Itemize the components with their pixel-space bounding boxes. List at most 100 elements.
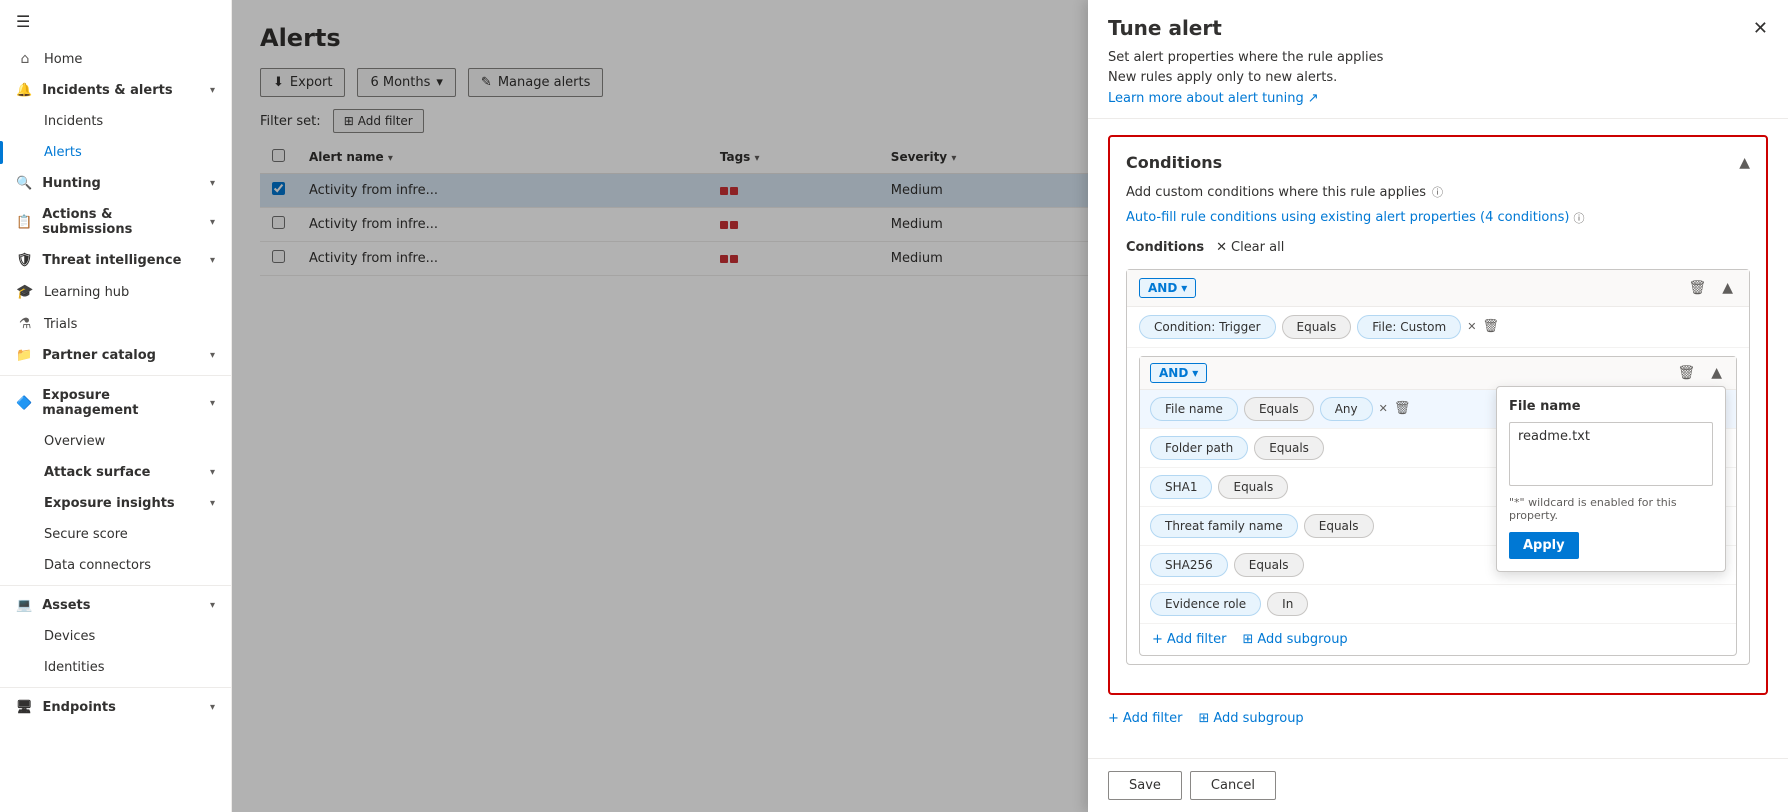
collapse-group-button[interactable]: ▲	[1718, 278, 1737, 298]
sidebar-item-hunting[interactable]: 🔍 Hunting ▾	[0, 168, 231, 199]
sidebar-item-label: Partner catalog	[42, 348, 156, 363]
external-link-icon: ↗	[1308, 91, 1319, 106]
sidebar-item-threat-intelligence[interactable]: 🛡 Threat intelligence ▾	[0, 245, 231, 276]
trigger-condition-row: Condition: Trigger Equals File: Custom ✕…	[1127, 307, 1749, 348]
learn-more-label: Learn more about alert tuning	[1108, 91, 1304, 106]
collapse-inner-group-button[interactable]: ▲	[1707, 363, 1726, 383]
bottom-add-subgroup-link[interactable]: ⊞ Add subgroup	[1198, 711, 1303, 726]
add-conditions-text: Add custom conditions where this rule ap…	[1126, 184, 1750, 200]
folder-path-pill[interactable]: Folder path	[1150, 436, 1248, 460]
delete-group-button[interactable]: 🗑	[1684, 278, 1710, 298]
inner-and-label: AND	[1159, 366, 1188, 380]
inner-add-filter-link[interactable]: + Add filter	[1152, 632, 1226, 647]
chevron-down-icon: ▾	[210, 467, 215, 478]
sidebar-item-alerts[interactable]: Alerts	[0, 137, 231, 168]
cancel-button[interactable]: Cancel	[1190, 771, 1276, 800]
close-filename-button[interactable]: ✕	[1379, 402, 1388, 415]
threat-family-pill[interactable]: Threat family name	[1150, 514, 1298, 538]
sidebar-item-label: Exposure management	[42, 388, 200, 418]
delete-inner-group-button[interactable]: 🗑	[1673, 363, 1699, 383]
exposure-icon: 🔷	[16, 396, 32, 411]
sidebar-item-attack-surface[interactable]: Attack surface ▾	[0, 457, 231, 488]
chevron-down-icon: ▾	[210, 350, 215, 361]
save-button[interactable]: Save	[1108, 771, 1182, 800]
equals-pill-file[interactable]: Equals	[1244, 397, 1314, 421]
bottom-add-filter-link[interactable]: + Add filter	[1108, 711, 1182, 726]
sidebar-item-devices[interactable]: Devices	[0, 621, 231, 652]
sidebar-item-incidents-alerts[interactable]: 🔔 Incidents & alerts ▾	[0, 75, 231, 106]
panel-footer: Save Cancel	[1088, 758, 1788, 812]
plus-icon: +	[1152, 632, 1163, 647]
sidebar-item-identities[interactable]: Identities	[0, 652, 231, 683]
any-pill[interactable]: Any	[1320, 397, 1373, 421]
add-subgroup-label: Add subgroup	[1257, 632, 1347, 647]
sidebar-item-label: Incidents & alerts	[42, 83, 172, 98]
and-chevron: ▾	[1181, 281, 1187, 295]
equals-pill-sha256[interactable]: Equals	[1234, 553, 1304, 577]
sidebar-item-label: Attack surface	[44, 465, 151, 480]
sha1-pill[interactable]: SHA1	[1150, 475, 1212, 499]
sha256-pill[interactable]: SHA256	[1150, 553, 1228, 577]
close-button[interactable]: ✕	[1749, 14, 1772, 43]
file-name-pill[interactable]: File name	[1150, 397, 1238, 421]
sidebar-item-secure-score[interactable]: Secure score	[0, 519, 231, 550]
bell-icon: 🔔	[16, 83, 32, 98]
sidebar-item-label: Exposure insights	[44, 496, 175, 511]
sidebar-item-label: Threat intelligence	[43, 253, 182, 268]
inner-and-badge[interactable]: AND ▾	[1150, 363, 1207, 383]
chevron-down-icon: ▾	[210, 217, 215, 228]
conditions-label: Conditions	[1126, 240, 1204, 255]
hamburger-icon[interactable]: ☰	[0, 0, 231, 43]
autofill-label: Auto-fill rule conditions using existing…	[1126, 210, 1569, 225]
sidebar-item-partner-catalog[interactable]: 📁 Partner catalog ▾	[0, 340, 231, 371]
sidebar-item-trials[interactable]: ⚗ Trials	[0, 308, 231, 340]
sidebar-item-incidents[interactable]: Incidents	[0, 106, 231, 137]
sidebar-item-actions[interactable]: 📋 Actions & submissions ▾	[0, 199, 231, 245]
info-icon-autofill: ⓘ	[1573, 210, 1584, 226]
sidebar-item-overview[interactable]: Overview	[0, 426, 231, 457]
popup-hint: "*" wildcard is enabled for this propert…	[1509, 496, 1713, 522]
collapse-button[interactable]: ▲	[1739, 155, 1750, 171]
sidebar-item-data-connectors[interactable]: Data connectors	[0, 550, 231, 581]
sidebar-item-label: Incidents	[44, 114, 103, 129]
panel-title: Tune alert	[1108, 16, 1768, 40]
close-condition-button[interactable]: ✕	[1467, 320, 1476, 333]
filename-popup: File name readme.txt "*" wildcard is ena…	[1496, 386, 1726, 572]
clear-icon: ✕	[1216, 240, 1227, 255]
sidebar-item-exposure-management[interactable]: 🔷 Exposure management ▾	[0, 380, 231, 426]
sidebar-item-assets[interactable]: 💻 Assets ▾	[0, 590, 231, 621]
chevron-down-icon: ▾	[210, 398, 215, 409]
filename-input[interactable]: readme.txt	[1509, 422, 1713, 486]
assets-icon: 💻	[16, 598, 32, 613]
equals-pill-threat[interactable]: Equals	[1304, 514, 1374, 538]
sidebar-item-home[interactable]: ⌂ Home	[0, 43, 231, 75]
autofill-link[interactable]: Auto-fill rule conditions using existing…	[1126, 210, 1584, 226]
inner-add-subgroup-link[interactable]: ⊞ Add subgroup	[1242, 632, 1347, 647]
and-badge[interactable]: AND ▾	[1139, 278, 1196, 298]
sidebar-item-exposure-insights[interactable]: Exposure insights ▾	[0, 488, 231, 519]
divider-3	[0, 687, 231, 688]
apply-button[interactable]: Apply	[1509, 532, 1579, 559]
delete-filename-button[interactable]: 🗑	[1394, 401, 1411, 416]
in-pill-evidence[interactable]: In	[1267, 592, 1308, 616]
equals-pill-folder[interactable]: Equals	[1254, 436, 1324, 460]
chevron-down-icon: ▾	[210, 255, 215, 266]
file-custom-pill[interactable]: File: Custom	[1357, 315, 1461, 339]
partner-icon: 📁	[16, 348, 32, 363]
sidebar-item-label: Actions & submissions	[42, 207, 200, 237]
endpoints-icon: 🖥	[16, 700, 33, 715]
conditions-row: Conditions ✕ Clear all	[1126, 238, 1750, 257]
chevron-down-icon: ▾	[210, 600, 215, 611]
evidence-role-pill[interactable]: Evidence role	[1150, 592, 1261, 616]
sidebar-item-learning-hub[interactable]: 🎓 Learning hub	[0, 276, 231, 308]
learn-more-link[interactable]: Learn more about alert tuning ↗	[1108, 91, 1319, 106]
equals-pill[interactable]: Equals	[1282, 315, 1352, 339]
plus-icon-bottom: +	[1108, 711, 1119, 726]
clear-all-button[interactable]: ✕ Clear all	[1212, 238, 1288, 257]
delete-condition-button[interactable]: 🗑	[1482, 319, 1499, 334]
sidebar-item-endpoints[interactable]: 🖥 Endpoints ▾	[0, 692, 231, 723]
add-filter-label: Add filter	[1167, 632, 1227, 647]
condition-trigger-pill[interactable]: Condition: Trigger	[1139, 315, 1276, 339]
bottom-add-subgroup-label: Add subgroup	[1213, 711, 1303, 726]
equals-pill-sha1[interactable]: Equals	[1218, 475, 1288, 499]
